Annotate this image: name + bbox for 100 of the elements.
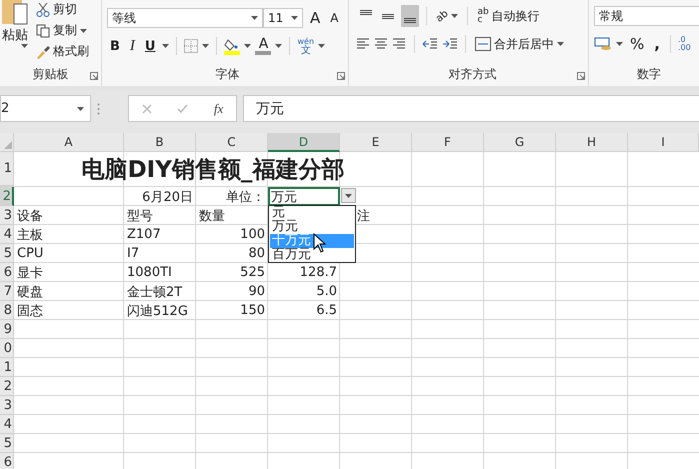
table-cell-text: 6.5 [315, 302, 338, 320]
mouse-pointer-icon [313, 233, 326, 253]
table-cell-text: 设备 [16, 208, 44, 225]
cut-button[interactable]: 剪切 [34, 0, 91, 19]
row-header[interactable]: 4 [0, 225, 14, 244]
caret-icon[interactable] [251, 16, 258, 20]
row-header[interactable]: 3 [0, 396, 14, 415]
paintbrush-icon [36, 44, 50, 58]
caret-icon[interactable] [162, 44, 170, 48]
row-header[interactable]: 9 [0, 320, 14, 339]
caret-icon[interactable] [291, 16, 298, 20]
table-cell-text: 硬盘 [16, 284, 44, 301]
underline-button[interactable]: U [142, 35, 158, 57]
italic-button[interactable]: I [126, 35, 138, 57]
table-cell-text: Z107 [126, 226, 162, 244]
column-header[interactable]: A [14, 133, 124, 152]
caret-icon[interactable] [616, 42, 623, 46]
caret-icon[interactable] [244, 44, 252, 48]
font-size-field[interactable]: 11 [263, 8, 303, 28]
dropdown-option[interactable]: 万元 [270, 220, 354, 234]
vertical-align-button[interactable] [401, 5, 419, 27]
caret-icon[interactable] [345, 194, 352, 198]
number-format-field[interactable]: 常规 [594, 6, 699, 26]
table-cell-text: CPU [16, 245, 44, 263]
column-header[interactable]: H [556, 133, 628, 152]
column-header[interactable]: F [412, 133, 484, 152]
column-header[interactable]: E [340, 133, 412, 152]
dialog-launcher-icon[interactable] [90, 72, 98, 80]
font-color-button[interactable]: A [255, 38, 272, 54]
triangle-icon [4, 141, 12, 149]
row-header[interactable]: 8 [0, 301, 14, 320]
table-cell-text: 128.7 [298, 264, 338, 282]
percent-button[interactable]: % [627, 33, 648, 55]
table-cell-text: 90 [247, 283, 266, 301]
column-header[interactable]: G [484, 133, 556, 152]
table-cell-text: 80 [247, 245, 266, 263]
comma-button[interactable]: , [651, 33, 663, 55]
table-cell-text: I7 [126, 245, 140, 263]
format-painter-button[interactable]: 格式刷 [34, 42, 91, 61]
caret-icon[interactable] [275, 44, 282, 48]
row-header[interactable]: 4 [0, 415, 14, 434]
shrink-font-button[interactable]: A [327, 7, 342, 29]
lines-icon [360, 10, 372, 14]
lines-icon [404, 18, 416, 22]
dropdown-button[interactable] [341, 188, 356, 203]
fill-color-icon[interactable] [224, 38, 240, 54]
dropdown-option[interactable]: 元 [270, 206, 354, 220]
formula-input[interactable]: 万元 [243, 95, 699, 122]
table-cell-text: 注 [356, 208, 371, 225]
row-header[interactable]: 2 [0, 377, 14, 396]
caret-icon[interactable] [202, 44, 210, 48]
row-header[interactable]: 1 [0, 152, 14, 186]
table-cell-text: 主板 [16, 226, 44, 244]
align-left-icon[interactable] [357, 37, 371, 51]
row-header[interactable]: 0 [0, 339, 14, 358]
increase-indent-icon[interactable] [442, 37, 458, 51]
paste-button[interactable]: 粘贴 [2, 0, 28, 44]
caret-icon[interactable] [80, 28, 87, 32]
caret-icon[interactable] [557, 42, 564, 46]
align-center-icon[interactable] [375, 37, 389, 51]
caret-icon[interactable] [318, 44, 326, 48]
column-header[interactable]: C [196, 133, 268, 152]
row-header[interactable]: 1 [0, 358, 14, 377]
merge-center-button[interactable]: 合并后居中 [473, 34, 566, 54]
table-cell-text: 数量 [198, 208, 226, 225]
table-cell-text: 5.0 [315, 283, 338, 301]
borders-icon[interactable] [184, 39, 198, 53]
copy-icon [36, 24, 50, 38]
grow-font-button[interactable]: A [307, 7, 324, 29]
row-header[interactable]: 5 [0, 244, 14, 263]
row-header[interactable]: 2 [0, 187, 14, 206]
column-header[interactable]: D [268, 133, 340, 152]
checkmark-icon[interactable] [177, 104, 188, 114]
row-header[interactable]: 3 [0, 206, 14, 225]
row-header[interactable]: 7 [0, 282, 14, 301]
group-label: 剪贴板 [32, 66, 70, 83]
dialog-launcher-icon[interactable] [577, 72, 585, 80]
align-right-icon[interactable] [393, 37, 407, 51]
name-box[interactable]: 2 [0, 95, 91, 122]
insert-function-button[interactable]: fx [214, 100, 224, 116]
column-header[interactable]: B [124, 133, 196, 152]
dropdown-option[interactable]: 百万元 [270, 248, 354, 262]
caret-icon[interactable] [451, 14, 458, 18]
currency-icon[interactable] [594, 36, 612, 52]
phonetic-button[interactable]: wén 文 [297, 37, 314, 55]
row-header[interactable]: 5 [0, 434, 14, 453]
bold-button[interactable]: B [107, 35, 123, 57]
caret-icon[interactable] [77, 106, 84, 110]
copy-button[interactable]: 复制 [34, 21, 91, 40]
dialog-launcher-icon[interactable] [337, 72, 345, 80]
caret-icon[interactable] [21, 44, 28, 48]
increase-decimal-button[interactable]: .0 .00 [678, 36, 691, 52]
row-header[interactable]: 6 [0, 263, 14, 282]
orientation-button[interactable]: ab [434, 10, 460, 22]
group-label: 对齐方式 [448, 66, 498, 83]
font-name-field[interactable]: 等线 [107, 8, 263, 28]
table-cell-text: 显卡 [16, 264, 44, 282]
row-header[interactable]: 6 [0, 453, 14, 469]
column-header[interactable]: I [628, 133, 699, 152]
decrease-indent-icon[interactable] [422, 37, 438, 51]
